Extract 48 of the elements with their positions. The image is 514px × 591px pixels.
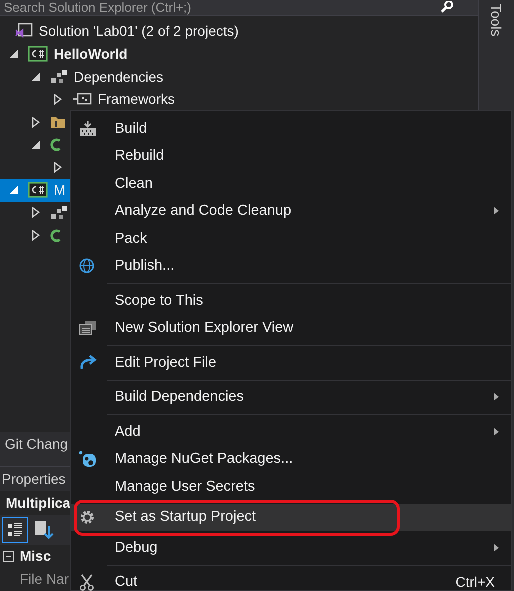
menu-item[interactable]: Edit Project File bbox=[71, 349, 511, 376]
menu-item[interactable]: Pack bbox=[71, 225, 511, 252]
menu-item[interactable]: Scope to This bbox=[71, 287, 511, 314]
menu-item[interactable]: Add bbox=[71, 418, 511, 446]
side-tab[interactable]: Tools bbox=[488, 4, 504, 37]
tree-item[interactable]: Frameworks bbox=[98, 91, 176, 108]
collapse-arrow-icon[interactable] bbox=[8, 50, 20, 58]
tree-item[interactable]: Dependencies bbox=[74, 68, 164, 85]
categorized-icon[interactable] bbox=[2, 517, 28, 543]
collapse-arrow-icon[interactable] bbox=[30, 72, 42, 81]
wrench-folder-icon bbox=[50, 114, 66, 130]
csharp-project-icon bbox=[28, 46, 48, 62]
dependencies-icon bbox=[50, 68, 68, 85]
tree-item[interactable]: Solution 'Lab01' (2 of 2 projects) bbox=[39, 23, 239, 40]
globe-icon bbox=[79, 258, 96, 274]
menu-item[interactable]: New Solution Explorer View bbox=[71, 314, 511, 342]
menu-item[interactable]: Build Dependencies bbox=[71, 384, 511, 411]
menu-item[interactable]: Debug bbox=[71, 534, 511, 562]
expand-arrow-icon[interactable] bbox=[30, 116, 42, 128]
menu-item[interactable]: Set as Startup Project bbox=[71, 504, 511, 531]
tree-item[interactable]: HelloWorld bbox=[54, 46, 128, 62]
collapse-box-icon[interactable] bbox=[3, 550, 14, 562]
collapse-arrow-icon[interactable] bbox=[30, 140, 42, 149]
nuget-icon bbox=[79, 450, 97, 468]
menu-item[interactable]: Build bbox=[71, 115, 511, 142]
menu-item[interactable]: Clean bbox=[71, 170, 511, 198]
collapse-arrow-icon[interactable] bbox=[8, 186, 20, 194]
solution-icon bbox=[15, 23, 33, 40]
expand-arrow-icon[interactable] bbox=[52, 162, 64, 173]
build-icon bbox=[79, 120, 97, 137]
csharp-project-icon bbox=[28, 182, 48, 198]
expand-arrow-icon[interactable] bbox=[30, 207, 42, 218]
settings-icon bbox=[79, 508, 96, 526]
category-label: Misc bbox=[20, 548, 52, 564]
scissors-icon bbox=[79, 574, 95, 591]
frameworks-icon bbox=[72, 92, 92, 106]
menu-item[interactable]: Publish... bbox=[71, 252, 511, 280]
search-field[interactable]: Search Solution Explorer (Ctrl+;) bbox=[0, 0, 478, 16]
windows-icon bbox=[79, 320, 97, 336]
panel-tab[interactable]: Git Chang bbox=[0, 432, 74, 456]
search-icon bbox=[440, 1, 454, 13]
expand-arrow-icon[interactable] bbox=[52, 94, 64, 105]
redo-arrow-icon bbox=[79, 354, 97, 371]
dependencies-icon bbox=[50, 204, 68, 221]
tree-item[interactable]: M bbox=[54, 182, 66, 198]
menu-item[interactable]: Analyze and Code Cleanup bbox=[71, 198, 511, 225]
expand-arrow-icon[interactable] bbox=[30, 230, 42, 242]
menu-item[interactable]: Rebuild bbox=[71, 142, 511, 170]
